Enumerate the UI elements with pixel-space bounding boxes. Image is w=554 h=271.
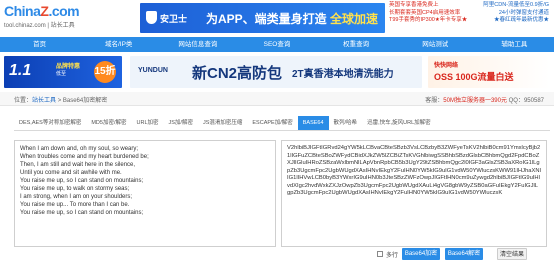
breadcrumb-bar: 位置：站长工具 > Base64加密解密 客服：50M独立服务器一390元 QQ…	[0, 92, 554, 106]
nav-seo[interactable]: SEO查询	[237, 37, 316, 52]
side-link-row: T99手套秀的IP300★年卡专享★ ★春红疏年最新优惠★	[389, 17, 549, 25]
tab-thunder-url[interactable]: 迅雷,快车,旋风URL加解密	[362, 116, 436, 130]
main-nav: 首页 域名/IP类 网站信息查询 SEO查询 权重查询 网站测试 辅助工具	[0, 37, 554, 52]
base64-encode-button[interactable]: Base64加密	[402, 248, 440, 260]
nav-domain-ip[interactable]: 域名/IP类	[79, 37, 158, 52]
input-line: When troubles come and my heart burdened…	[20, 154, 149, 160]
contact-info: 客服：50M独立服务器一390元 QQ：950587	[425, 95, 544, 104]
base64-decode-button[interactable]: Base64解密	[445, 248, 483, 260]
clear-result-button[interactable]: 清空结果	[497, 248, 527, 260]
banner-1-tag: 品牌特惠	[56, 64, 81, 70]
breadcrumb-home[interactable]: 站长工具	[32, 98, 56, 104]
input-textarea[interactable]: When I am down and, oh my soul, so weary…	[14, 140, 276, 247]
logo-subtitle: tool.chinaz.com | 站长工具	[4, 23, 75, 29]
banner-2-brand: YUNDUN	[138, 67, 168, 74]
breadcrumb-sep: >	[56, 98, 63, 104]
banner-1-sub: 低至	[56, 71, 67, 77]
breadcrumb-current: Base64加密解密	[62, 98, 108, 104]
side-link[interactable]: ★春红疏年最新优惠★	[494, 17, 549, 25]
ad-banner-2[interactable]: YUNDUN 新CN2高防包 2T真香港本地清洗能力	[130, 56, 422, 88]
ad-banner-1[interactable]: 1.1 品牌特惠 低至 15折	[4, 56, 122, 88]
banner-2-sub: 2T真香港本地清洗能力	[292, 69, 394, 80]
site-logo[interactable]: ChinaZ.com tool.chinaz.com | 站长工具	[4, 3, 80, 29]
nav-site-test[interactable]: 网站测试	[396, 37, 475, 52]
banner-1-big: 1.1	[9, 62, 32, 79]
side-link[interactable]: 阿里CDN-流量低至0.9折/G	[483, 2, 549, 10]
nav-site-info[interactable]: 网站信息查询	[158, 37, 237, 52]
ad-banners: 1.1 品牌特惠 低至 15折 YUNDUN 新CN2高防包 2T真香港本地清洗…	[0, 56, 554, 88]
tab-url[interactable]: URL加密	[132, 116, 164, 130]
tool-tabs: DES,AES等对称加密解密 MD5加密/解密 URL加密 JS加/解密 JS混…	[14, 116, 550, 131]
service-label: 客服：	[425, 98, 444, 104]
input-line: When I am down and, oh my soul, so weary…	[20, 146, 139, 152]
banner-3-title: OSS 100G流量白送	[434, 72, 514, 82]
ad-slogan: 为APP、端类量身打造 全球加速	[206, 12, 379, 26]
top-ad-banner[interactable]: 安卫士 为APP、端类量身打造 全球加速	[140, 3, 385, 33]
input-line: Then, I am still and wait here in the si…	[20, 162, 136, 168]
qq-label: QQ：	[508, 98, 524, 104]
input-line: You raise me up... To more than I can be…	[20, 202, 130, 208]
nav-weight[interactable]: 权重查询	[317, 37, 396, 52]
tab-des-aes[interactable]: DES,AES等对称加密解密	[14, 116, 86, 130]
side-link-row: 长期套套英国CP4启用速效率 24小时弹窗支付通道	[389, 10, 549, 18]
side-link[interactable]: 24小时弹窗支付通道	[499, 10, 549, 18]
ad-banner-3[interactable]: 快快网络 OSS 100G流量白送	[428, 56, 550, 88]
side-link[interactable]: T99手套秀的IP300★年卡专享★	[389, 17, 467, 25]
multiline-checkbox[interactable]	[377, 251, 383, 257]
qq-number: 950587	[523, 98, 544, 104]
side-link[interactable]: 英国专享香港免费上	[389, 2, 439, 10]
breadcrumb: 位置：站长工具 > Base64加密解密	[14, 95, 107, 104]
input-line: You raise me up, so I can stand on mount…	[20, 178, 144, 184]
shield-icon	[146, 11, 157, 24]
banner-3-brand: 快快网络	[434, 63, 459, 69]
multiline-label: 多行	[386, 253, 399, 259]
action-bar: 多行 Base64加密 Base64解密 清空结果	[0, 247, 554, 261]
discount-badge: 15折	[94, 61, 116, 83]
tab-js-obfuscate[interactable]: JS混淆加密压缩	[198, 116, 247, 130]
tab-hash[interactable]: 散列/哈希	[329, 116, 363, 130]
input-line: You raise me up, to walk on stormy seas;	[20, 186, 130, 192]
input-line: I am strong, when I am on your shoulders…	[20, 194, 133, 200]
nav-home[interactable]: 首页	[0, 37, 79, 52]
side-link[interactable]: 长期套套英国CP4启用速效率	[389, 10, 460, 18]
output-textarea[interactable]: V2hlbiBJIGFtIGRvd24gYW5kLCBvaCBteSBzb3Vs…	[281, 140, 547, 247]
service-ad[interactable]: 50M独立服务器一390元	[443, 98, 507, 104]
banner-2-title: 新CN2高防包	[192, 65, 283, 82]
logo-text: ChinaZ.com	[4, 3, 80, 19]
header-side-links: 英国专享香港免费上 阿里CDN-流量低至0.9折/G 长期套套英国CP4启用速效率…	[389, 2, 549, 25]
site-header: ChinaZ.com tool.chinaz.com | 站长工具 安卫士 为A…	[0, 0, 554, 36]
tab-escape[interactable]: ESCAPE加/解密	[247, 116, 297, 130]
tab-base64[interactable]: BASE64	[297, 116, 329, 130]
side-link-row: 英国专享香港免费上 阿里CDN-流量低至0.9折/G	[389, 2, 549, 10]
nav-aux-tools[interactable]: 辅助工具	[475, 37, 554, 52]
ad-brand: 安卫士	[160, 14, 188, 24]
input-line: Until you come and sit awhile with me.	[20, 170, 122, 176]
tab-md5[interactable]: MD5加密/解密	[86, 116, 131, 130]
breadcrumb-prefix: 位置：	[14, 98, 33, 104]
input-line: You raise me up, so I can stand on mount…	[20, 210, 144, 216]
tab-js[interactable]: JS加/解密	[164, 116, 198, 130]
